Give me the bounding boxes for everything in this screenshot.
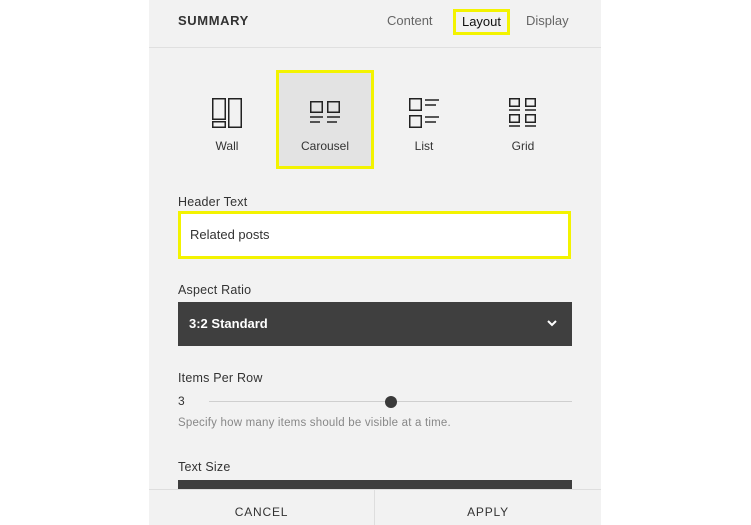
tab-layout[interactable]: Layout <box>453 9 510 35</box>
tab-display[interactable]: Display <box>526 13 569 28</box>
panel-title: SUMMARY <box>178 13 249 28</box>
layout-option-label: List <box>414 139 434 153</box>
aspect-ratio-value: 3:2 Standard <box>189 316 268 331</box>
layout-option-grid[interactable]: Grid <box>474 70 572 169</box>
aspect-ratio-select[interactable]: 3:2 Standard <box>178 302 572 346</box>
header-text-input[interactable]: Related posts <box>178 211 571 259</box>
carousel-layout-icon <box>310 101 340 123</box>
panel-footer: CANCEL APPLY <box>149 489 601 525</box>
layout-option-label: Grid <box>511 139 535 153</box>
aspect-ratio-label: Aspect Ratio <box>178 283 252 297</box>
layout-option-wall[interactable]: Wall <box>178 70 276 169</box>
list-layout-icon <box>409 98 439 128</box>
chevron-down-icon <box>547 320 557 327</box>
header-text-label: Header Text <box>178 195 248 209</box>
text-size-label: Text Size <box>178 460 231 474</box>
items-per-row-hint: Specify how many items should be visible… <box>178 417 451 429</box>
items-per-row-value: 3 <box>178 394 185 408</box>
layout-option-label: Carousel <box>300 139 350 153</box>
slider-thumb[interactable] <box>384 396 397 408</box>
tab-content[interactable]: Content <box>387 13 433 28</box>
items-per-row-label: Items Per Row <box>178 371 263 385</box>
wall-layout-icon <box>212 98 242 128</box>
layout-option-label: Wall <box>215 139 239 153</box>
grid-layout-icon <box>509 98 536 127</box>
apply-button[interactable]: APPLY <box>375 490 601 525</box>
summary-settings-panel: SUMMARY Content Layout Display Wall Caro… <box>149 0 601 525</box>
panel-header: SUMMARY Content Layout Display <box>149 0 601 48</box>
layout-option-carousel[interactable]: Carousel <box>276 70 374 169</box>
cancel-button[interactable]: CANCEL <box>149 490 375 525</box>
layout-option-list[interactable]: List <box>375 70 473 169</box>
